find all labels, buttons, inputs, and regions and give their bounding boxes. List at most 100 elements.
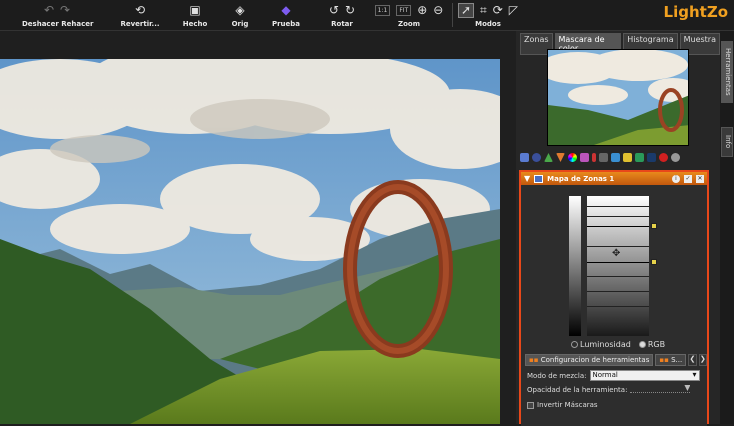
arrow-select-icon[interactable]: ➚ <box>457 2 474 18</box>
radio-dot <box>571 341 578 348</box>
second-tab-icon: ▪▪ <box>659 356 669 364</box>
zone-divider <box>587 291 649 292</box>
tab-second[interactable]: ▪▪ S... <box>655 354 687 366</box>
zone-mapper-body: ✥ Luminosidad RGB ▪▪ Configuracion de he… <box>521 185 707 426</box>
tab-herramientas[interactable]: Herramientas <box>721 41 733 103</box>
revert-icon: ⟲ <box>134 3 146 17</box>
undo-redo-group[interactable]: ↶ ↷ Deshacer Rehacer <box>22 2 94 30</box>
invert-masks-row: Invertir Máscaras <box>527 401 598 409</box>
invert-masks-checkbox[interactable] <box>527 401 534 409</box>
radio-dot <box>638 341 646 348</box>
clone-tool-icon[interactable] <box>635 153 644 162</box>
mode-radio-group: Luminosidad RGB <box>571 340 665 349</box>
redo-icon[interactable]: ↷ <box>60 3 70 17</box>
zone-divider <box>587 276 649 277</box>
zone-divider <box>587 216 649 217</box>
zoom-in-icon[interactable]: ⊕ <box>417 3 427 17</box>
layers-icon: ◈ <box>235 3 245 17</box>
gray-ramp <box>569 196 581 336</box>
image-canvas[interactable] <box>0 31 516 424</box>
proof-label: Prueba <box>271 20 301 28</box>
luminosity-radio[interactable]: Luminosidad <box>571 340 631 349</box>
proof-button[interactable]: ◆ Prueba <box>270 2 302 30</box>
spot-tool-icon[interactable] <box>671 153 680 162</box>
tab-prev-arrow-icon[interactable]: ❮ <box>688 354 697 366</box>
blend-mode-label: Modo de mezcla: <box>527 371 587 380</box>
hue-tool-icon[interactable] <box>556 153 565 162</box>
zoom-1to1-button[interactable]: 1:1 <box>374 4 391 16</box>
rotate-right-icon[interactable]: ↻ <box>345 3 355 17</box>
luminosity-label: Luminosidad <box>580 340 631 349</box>
tool-config-icon: ▪▪ <box>529 356 539 364</box>
zone-lock-handle[interactable] <box>651 259 657 265</box>
opacity-label: Opacidad de la herramienta: <box>527 386 628 394</box>
color-wheel-icon[interactable] <box>568 153 577 162</box>
zones-icon <box>534 174 544 183</box>
app-logo: LightZo <box>663 3 728 21</box>
zoom-fit-button[interactable]: FIT <box>396 4 412 16</box>
zone-divider <box>587 206 649 207</box>
undo-icon[interactable]: ↶ <box>44 3 54 17</box>
undo-redo-label: Deshacer Rehacer <box>22 20 94 28</box>
zone-divider <box>587 226 649 227</box>
close-icon[interactable]: ✕ <box>696 174 704 183</box>
tool-icon-bar <box>520 151 716 164</box>
rotate-left-icon[interactable]: ↺ <box>329 3 339 17</box>
zones-tool-icon[interactable] <box>520 153 529 162</box>
color-balance-icon[interactable] <box>580 153 589 162</box>
zoom-group: 1:1 FIT ⊕ ⊖ Zoom <box>374 2 443 30</box>
crop-icon[interactable]: ⌗ <box>480 3 487 17</box>
opacity-slider[interactable] <box>630 385 691 393</box>
collapse-triangle-icon[interactable]: ▼ <box>524 174 530 183</box>
main-toolbar: ↶ ↷ Deshacer Rehacer ⟲ Revertir... ▣ Hech… <box>0 0 734 31</box>
zone-lock-handle[interactable] <box>651 223 657 229</box>
toolbar-divider <box>452 3 453 27</box>
slider-thumb[interactable] <box>684 385 691 391</box>
zoom-out-icon[interactable]: ⊖ <box>433 3 443 17</box>
blend-mode-select[interactable]: Normal <box>589 370 700 381</box>
bw-tool-icon[interactable] <box>599 153 608 162</box>
done-button[interactable]: ▣ Hecho <box>180 2 210 30</box>
side-tab-bar: Herramientas Info <box>720 31 734 424</box>
tab-next-arrow-icon[interactable]: ❯ <box>698 354 707 366</box>
save-icon: ▣ <box>189 3 201 17</box>
tab-tool-config-label: Configuracion de herramientas <box>540 356 650 364</box>
red-eye-icon[interactable] <box>659 153 668 162</box>
modes-group: ➚ ⌗ ⟳ ◸ Modos <box>457 2 519 30</box>
noise-tool-icon[interactable] <box>611 153 620 162</box>
tab-info[interactable]: Info <box>721 127 733 157</box>
zone-mapper-title: Mapa de Zonas 1 <box>547 174 615 183</box>
tab-second-label: S... <box>671 356 683 364</box>
blend-mode-row: Modo de mezcla: Normal <box>527 370 700 381</box>
thermometer-icon[interactable] <box>592 153 596 162</box>
right-panel: Zonas Mascara de color Histograma Muestr… <box>516 31 720 426</box>
grain-tool-icon[interactable] <box>647 153 656 162</box>
relight-tool-icon[interactable] <box>544 153 553 162</box>
tab-tool-config[interactable]: ▪▪ Configuracion de herramientas <box>525 354 654 366</box>
region-icon[interactable]: ◸ <box>509 3 518 17</box>
zone-divider <box>587 246 649 247</box>
zone-mapper-panel: ▼ Mapa de Zonas 1 i ✓ ✕ ✥ Luminosidad RG… <box>519 170 709 426</box>
rgb-label: RGB <box>647 340 666 349</box>
rgb-radio[interactable]: RGB <box>638 340 666 349</box>
zone-divider <box>587 306 649 307</box>
rotate-group: ↺ ↻ Rotar <box>326 2 358 30</box>
filter-tool-icon[interactable] <box>623 153 632 162</box>
zone-mapper-header: ▼ Mapa de Zonas 1 i ✓ ✕ <box>521 172 707 185</box>
done-label: Hecho <box>182 20 208 28</box>
edited-photo[interactable] <box>0 59 500 424</box>
rotate-mode-icon[interactable]: ⟳ <box>493 3 503 17</box>
info-icon[interactable]: i <box>672 174 680 183</box>
color-proof-icon: ◆ <box>281 3 291 17</box>
preview-thumbnail <box>547 49 689 146</box>
orig-button[interactable]: ◈ Orig <box>226 2 254 30</box>
sharpen-tool-icon[interactable] <box>532 153 541 162</box>
enable-checkbox[interactable]: ✓ <box>684 174 692 183</box>
move-cursor-icon: ✥ <box>612 248 621 259</box>
rotate-label: Rotar <box>331 20 353 28</box>
zone-divider <box>587 262 649 263</box>
zoom-label: Zoom <box>398 20 420 28</box>
revert-button[interactable]: ⟲ Revertir... <box>118 2 162 30</box>
orig-label: Orig <box>231 20 249 28</box>
zone-editor[interactable]: ✥ <box>587 196 649 336</box>
